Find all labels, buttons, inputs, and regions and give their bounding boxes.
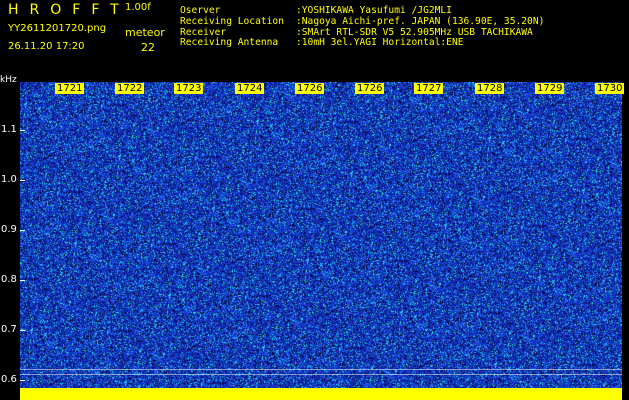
location-key: Receiving Location — [180, 15, 284, 27]
time-label: 1728 — [475, 83, 505, 94]
y-tick-label: 0.7 — [1, 324, 17, 335]
reference-line — [20, 374, 622, 375]
time-label: 1726 — [355, 83, 385, 94]
app-logo: HROFFT — [8, 2, 130, 18]
version-label: 1.00f — [125, 2, 151, 13]
y-tick-mark — [20, 380, 25, 381]
filename-label: YY2611201720.png — [8, 23, 107, 34]
location-row: Receiving Location :Nagoya Aichi-pref. J… — [180, 15, 545, 28]
y-tick-mark — [20, 180, 25, 181]
time-label: 1727 — [414, 83, 444, 94]
time-label: 1723 — [174, 83, 204, 94]
time-label: 1726 — [295, 83, 325, 94]
y-tick-label: 1.1 — [1, 124, 17, 135]
reference-line — [20, 369, 622, 370]
y-tick-mark — [20, 130, 25, 131]
y-tick-label: 1.0 — [1, 174, 17, 185]
antenna-key: Receiving Antenna — [180, 37, 279, 49]
spectrogram-noise — [20, 82, 622, 400]
hrofft-window: HROFFT 1.00f YY2611201720.png meteor 26.… — [0, 0, 629, 400]
axis-unit-label: kHz — [0, 75, 17, 85]
meteor-label: meteor — [125, 26, 165, 39]
y-tick-label: 0.8 — [1, 274, 17, 285]
time-label: 1729 — [535, 83, 565, 94]
y-tick-mark — [20, 230, 25, 231]
time-label: 1722 — [115, 83, 145, 94]
antenna-value: :10mH 3el.YAGI Horizontal:ENE — [296, 37, 464, 49]
spectrogram — [20, 82, 622, 400]
time-label: 1730 — [595, 83, 625, 94]
y-tick-label: 0.9 — [1, 224, 17, 235]
antenna-row: Receiving Antenna :10mH 3el.YAGI Horizon… — [180, 38, 544, 49]
time-label: 1721 — [55, 83, 85, 94]
meteor-band — [20, 388, 622, 400]
y-tick-mark — [20, 330, 25, 331]
y-tick-label: 0.6 — [1, 374, 17, 385]
meteor-count: 22 — [141, 41, 155, 54]
datetime-label: 26.11.20 17:20 — [8, 41, 85, 52]
time-label: 1724 — [235, 83, 265, 94]
y-tick-mark — [20, 280, 25, 281]
location-value: :Nagoya Aichi-pref. JAPAN (136.90E, 35.2… — [296, 15, 545, 27]
station-info: Oserver :YOSHIKAWA Yasufumi /JG2MLI Rece… — [180, 5, 545, 49]
